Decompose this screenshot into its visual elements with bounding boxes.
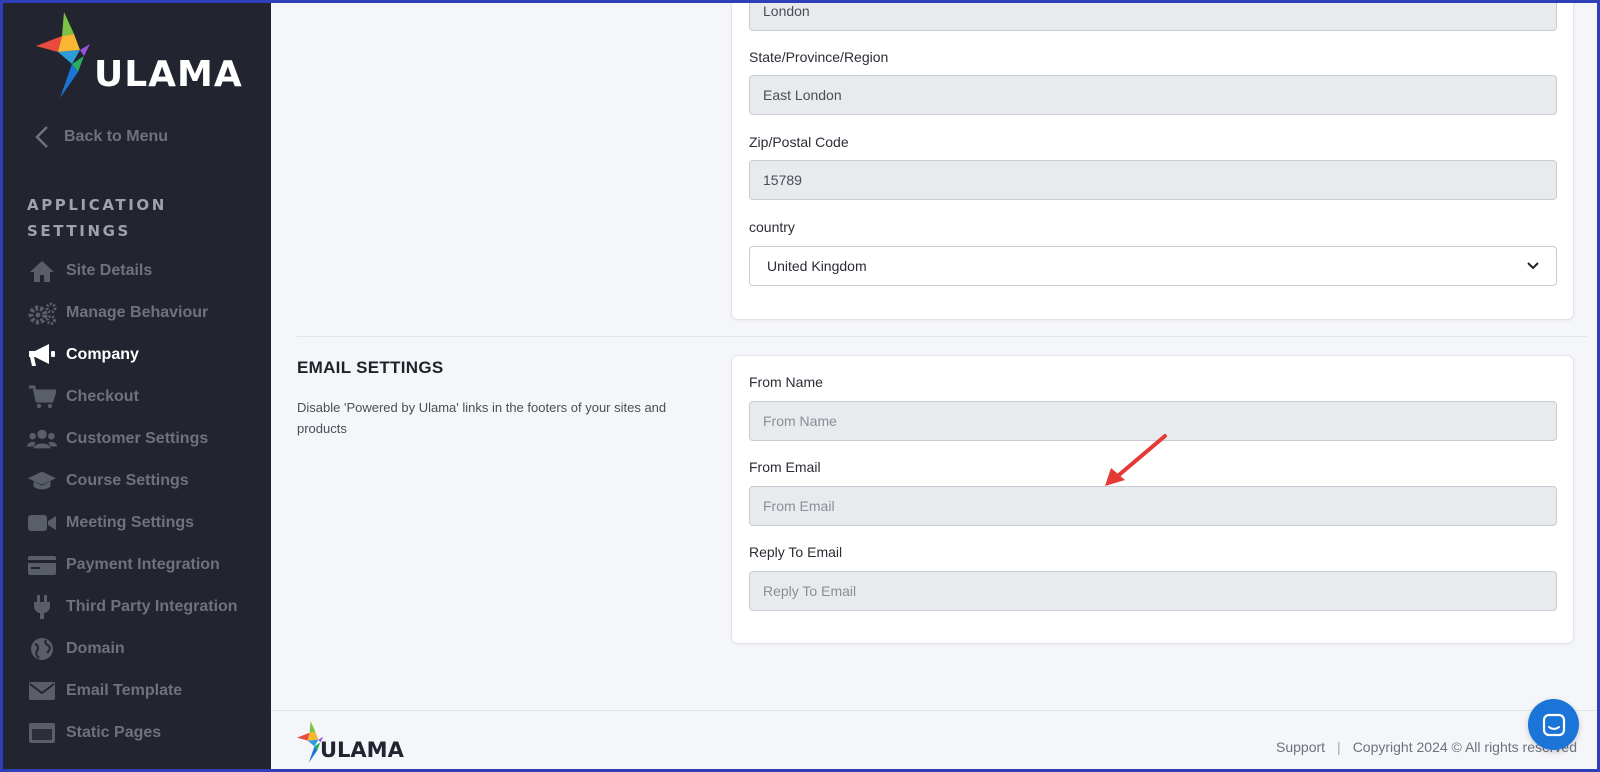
state-label: State/Province/Region — [749, 49, 889, 65]
reply-to-email-input[interactable]: Reply To Email — [749, 571, 1557, 611]
sidebar-item-label: Checkout — [66, 388, 139, 405]
sidebar-item-course-settings[interactable]: Course Settings — [27, 460, 267, 502]
zip-label: Zip/Postal Code — [749, 134, 849, 150]
sidebar-nav: Site Details Manage Behaviour Company Ch… — [27, 250, 267, 754]
reply-to-email-label: Reply To Email — [749, 544, 843, 560]
video-icon — [27, 510, 57, 536]
sidebar-item-third-party-integration[interactable]: Third Party Integration — [27, 586, 267, 628]
sidebar-item-manage-behaviour[interactable]: Manage Behaviour — [27, 292, 267, 334]
annotation-arrow-icon — [1105, 434, 1167, 486]
sidebar-item-customer-settings[interactable]: Customer Settings — [27, 418, 267, 460]
sidebar-item-label: Manage Behaviour — [66, 304, 209, 321]
back-to-menu-label: Back to Menu — [64, 128, 169, 145]
sidebar-item-label: Site Details — [66, 262, 153, 279]
email-settings-title: EMAIL SETTINGS — [297, 358, 444, 377]
sidebar-item-static-pages[interactable]: Static Pages — [27, 712, 267, 754]
chat-icon — [1542, 713, 1565, 736]
megaphone-icon — [27, 342, 57, 368]
email-settings-card: From Name From Name From Email From Emai… — [731, 355, 1574, 644]
city-field[interactable]: London — [749, 0, 1557, 31]
section-divider — [297, 336, 1587, 337]
state-field[interactable]: East London — [749, 75, 1557, 115]
users-icon — [27, 426, 57, 452]
from-name-label: From Name — [749, 374, 823, 390]
brand-logo[interactable]: ULAMA — [36, 12, 246, 102]
sidebar-item-label: Course Settings — [66, 472, 189, 489]
sidebar-item-meeting-settings[interactable]: Meeting Settings — [27, 502, 267, 544]
chevron-left-icon — [35, 126, 48, 148]
sidebar-item-label: Domain — [66, 640, 125, 657]
sidebar-item-email-template[interactable]: Email Template — [27, 670, 267, 712]
sidebar-item-label: Customer Settings — [66, 430, 209, 447]
back-to-menu-link[interactable]: Back to Menu — [34, 122, 168, 152]
email-settings-description: Disable 'Powered by Ulama' links in the … — [297, 400, 667, 436]
footer-separator: | — [1337, 739, 1341, 755]
sidebar-item-label: Third Party Integration — [66, 598, 238, 615]
brand-name: ULAMA — [94, 54, 243, 95]
main-content: London State/Province/Region East London… — [271, 0, 1600, 772]
window-icon — [27, 720, 57, 746]
country-label: country — [749, 219, 795, 235]
sidebar-item-label: Payment Integration — [66, 556, 220, 573]
country-select-value: United Kingdom — [767, 258, 867, 274]
gears-icon — [27, 300, 57, 326]
zip-field[interactable]: 15789 — [749, 160, 1557, 200]
sidebar-item-site-details[interactable]: Site Details — [27, 250, 267, 292]
footer-logo[interactable]: ULAMA — [297, 721, 407, 765]
from-email-input[interactable]: From Email — [749, 486, 1557, 526]
sidebar-item-label: Company — [66, 346, 139, 363]
support-link[interactable]: Support — [1276, 739, 1325, 755]
sidebar-item-label: Meeting Settings — [66, 514, 195, 531]
sidebar-item-label: Email Template — [66, 682, 183, 699]
chat-support-button[interactable] — [1528, 699, 1579, 750]
sidebar: ULAMA Back to Menu APPLICATION SETTINGS … — [0, 0, 271, 772]
plug-icon — [27, 594, 57, 620]
sidebar-item-domain[interactable]: Domain — [27, 628, 267, 670]
sidebar-item-label: Static Pages — [66, 724, 162, 741]
sidebar-item-payment-integration[interactable]: Payment Integration — [27, 544, 267, 586]
home-icon — [27, 258, 57, 284]
cart-icon — [27, 384, 57, 410]
footer: ULAMA Support | Copyright 2024 © All rig… — [271, 710, 1600, 772]
sidebar-item-checkout[interactable]: Checkout — [27, 376, 267, 418]
chevron-down-icon — [1527, 262, 1539, 270]
envelope-icon — [27, 678, 57, 704]
sidebar-section-title: APPLICATION SETTINGS — [27, 196, 167, 240]
from-email-label: From Email — [749, 459, 821, 475]
address-card: London State/Province/Region East London… — [731, 0, 1574, 320]
graduation-cap-icon — [27, 468, 57, 494]
country-select[interactable]: United Kingdom — [749, 246, 1557, 286]
sidebar-item-company[interactable]: Company — [27, 334, 267, 376]
globe-icon — [27, 636, 57, 662]
footer-links: Support | Copyright 2024 © All rights re… — [1276, 739, 1577, 755]
credit-card-icon — [27, 552, 57, 578]
footer-brand-name: ULAMA — [320, 738, 404, 762]
